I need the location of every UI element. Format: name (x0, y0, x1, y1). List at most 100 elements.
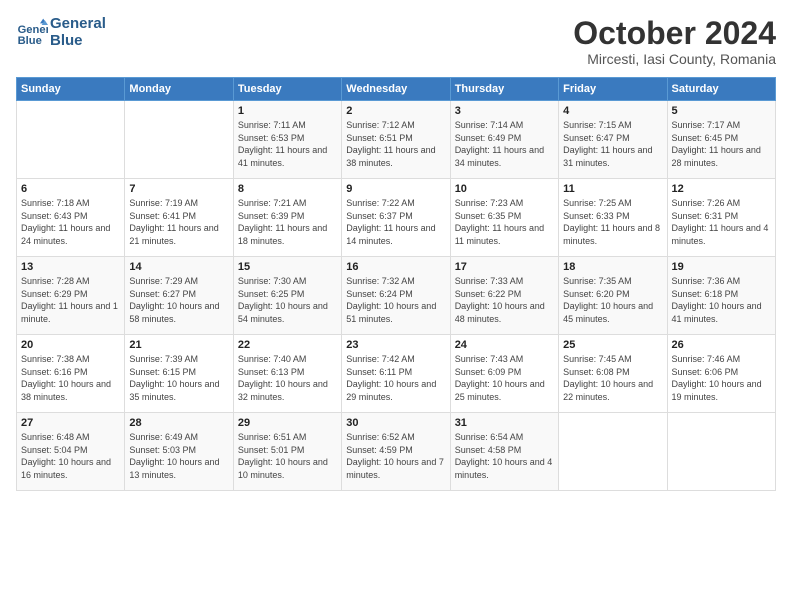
day-cell: 25 Sunrise: 7:45 AM Sunset: 6:08 PM Dayli… (559, 335, 667, 413)
day-cell: 12 Sunrise: 7:26 AM Sunset: 6:31 PM Dayli… (667, 179, 775, 257)
day-info: Sunrise: 7:18 AM Sunset: 6:43 PM Dayligh… (21, 197, 120, 247)
day-info: Sunrise: 7:14 AM Sunset: 6:49 PM Dayligh… (455, 119, 554, 169)
day-number: 16 (346, 261, 445, 273)
header: General Blue General Blue October 2024 M… (16, 16, 776, 67)
day-number: 2 (346, 105, 445, 117)
day-info: Sunrise: 7:43 AM Sunset: 6:09 PM Dayligh… (455, 353, 554, 403)
day-cell: 27Sunrise: 6:48 AM Sunset: 5:04 PM Dayli… (17, 413, 125, 491)
logo-icon: General Blue (16, 17, 48, 49)
day-cell: 21 Sunrise: 7:39 AM Sunset: 6:15 PM Dayli… (125, 335, 233, 413)
day-cell: 29 Sunrise: 6:51 AM Sunset: 5:01 PM Dayli… (233, 413, 341, 491)
day-info: Sunrise: 7:38 AM Sunset: 6:16 PM Dayligh… (21, 353, 120, 403)
day-info: Sunrise: 7:39 AM Sunset: 6:15 PM Dayligh… (129, 353, 228, 403)
day-number: 8 (238, 183, 337, 195)
day-info: Sunrise: 7:22 AM Sunset: 6:37 PM Dayligh… (346, 197, 445, 247)
week-row-2: 6Sunrise: 7:18 AM Sunset: 6:43 PM Daylig… (17, 179, 776, 257)
weekday-header-thursday: Thursday (450, 78, 558, 101)
day-info: Sunrise: 7:45 AM Sunset: 6:08 PM Dayligh… (563, 353, 662, 403)
day-info: Sunrise: 7:42 AM Sunset: 6:11 PM Dayligh… (346, 353, 445, 403)
svg-text:Blue: Blue (18, 35, 42, 47)
day-number: 18 (563, 261, 662, 273)
day-cell: 20Sunrise: 7:38 AM Sunset: 6:16 PM Dayli… (17, 335, 125, 413)
weekday-header-sunday: Sunday (17, 78, 125, 101)
day-info: Sunrise: 7:32 AM Sunset: 6:24 PM Dayligh… (346, 275, 445, 325)
day-info: Sunrise: 7:19 AM Sunset: 6:41 PM Dayligh… (129, 197, 228, 247)
logo-general: General (50, 16, 106, 33)
day-cell: 18 Sunrise: 7:35 AM Sunset: 6:20 PM Dayli… (559, 257, 667, 335)
day-number: 24 (455, 339, 554, 351)
day-cell (125, 101, 233, 179)
week-row-1: 1Sunrise: 7:11 AM Sunset: 6:53 PM Daylig… (17, 101, 776, 179)
day-cell (17, 101, 125, 179)
day-cell: 9 Sunrise: 7:22 AM Sunset: 6:37 PM Daylig… (342, 179, 450, 257)
day-number: 17 (455, 261, 554, 273)
day-cell (559, 413, 667, 491)
day-cell: 10Sunrise: 7:23 AM Sunset: 6:35 PM Dayli… (450, 179, 558, 257)
weekday-header-monday: Monday (125, 78, 233, 101)
day-cell: 28 Sunrise: 6:49 AM Sunset: 5:03 PM Dayli… (125, 413, 233, 491)
day-cell: 16 Sunrise: 7:32 AM Sunset: 6:24 PM Dayli… (342, 257, 450, 335)
day-info: Sunrise: 7:36 AM Sunset: 6:18 PM Dayligh… (672, 275, 771, 325)
day-cell: 14Sunrise: 7:29 AM Sunset: 6:27 PM Dayli… (125, 257, 233, 335)
day-cell: 26Sunrise: 7:46 AM Sunset: 6:06 PM Dayli… (667, 335, 775, 413)
day-info: Sunrise: 6:52 AM Sunset: 4:59 PM Dayligh… (346, 431, 445, 481)
day-cell: 19Sunrise: 7:36 AM Sunset: 6:18 PM Dayli… (667, 257, 775, 335)
month-title: October 2024 (573, 16, 776, 51)
day-number: 13 (21, 261, 120, 273)
svg-text:General: General (18, 24, 48, 36)
day-number: 28 (129, 417, 228, 429)
day-cell: 3 Sunrise: 7:14 AM Sunset: 6:49 PM Daylig… (450, 101, 558, 179)
day-info: Sunrise: 7:33 AM Sunset: 6:22 PM Dayligh… (455, 275, 554, 325)
day-number: 3 (455, 105, 554, 117)
day-number: 12 (672, 183, 771, 195)
day-cell: 13 Sunrise: 7:28 AM Sunset: 6:29 PM Dayli… (17, 257, 125, 335)
day-info: Sunrise: 6:54 AM Sunset: 4:58 PM Dayligh… (455, 431, 554, 481)
day-cell: 5Sunrise: 7:17 AM Sunset: 6:45 PM Daylig… (667, 101, 775, 179)
day-info: Sunrise: 6:51 AM Sunset: 5:01 PM Dayligh… (238, 431, 337, 481)
day-info: Sunrise: 7:23 AM Sunset: 6:35 PM Dayligh… (455, 197, 554, 247)
weekday-header-tuesday: Tuesday (233, 78, 341, 101)
day-number: 25 (563, 339, 662, 351)
day-cell: 17 Sunrise: 7:33 AM Sunset: 6:22 PM Dayli… (450, 257, 558, 335)
week-row-4: 20Sunrise: 7:38 AM Sunset: 6:16 PM Dayli… (17, 335, 776, 413)
day-cell: 4Sunrise: 7:15 AM Sunset: 6:47 PM Daylig… (559, 101, 667, 179)
day-cell: 15Sunrise: 7:30 AM Sunset: 6:25 PM Dayli… (233, 257, 341, 335)
logo-blue: Blue (50, 33, 106, 50)
day-cell: 22 Sunrise: 7:40 AM Sunset: 6:13 PM Dayli… (233, 335, 341, 413)
day-info: Sunrise: 7:40 AM Sunset: 6:13 PM Dayligh… (238, 353, 337, 403)
day-number: 22 (238, 339, 337, 351)
week-row-5: 27Sunrise: 6:48 AM Sunset: 5:04 PM Dayli… (17, 413, 776, 491)
day-info: Sunrise: 6:49 AM Sunset: 5:03 PM Dayligh… (129, 431, 228, 481)
page: General Blue General Blue October 2024 M… (0, 0, 792, 612)
day-number: 23 (346, 339, 445, 351)
day-cell: 31 Sunrise: 6:54 AM Sunset: 4:58 PM Dayli… (450, 413, 558, 491)
day-info: Sunrise: 7:26 AM Sunset: 6:31 PM Dayligh… (672, 197, 771, 247)
day-number: 27 (21, 417, 120, 429)
day-info: Sunrise: 7:12 AM Sunset: 6:51 PM Dayligh… (346, 119, 445, 169)
day-info: Sunrise: 7:29 AM Sunset: 6:27 PM Dayligh… (129, 275, 228, 325)
day-number: 15 (238, 261, 337, 273)
day-cell: 30 Sunrise: 6:52 AM Sunset: 4:59 PM Dayli… (342, 413, 450, 491)
day-info: Sunrise: 7:28 AM Sunset: 6:29 PM Dayligh… (21, 275, 120, 325)
logo: General Blue General Blue (16, 16, 106, 49)
day-info: Sunrise: 7:25 AM Sunset: 6:33 PM Dayligh… (563, 197, 662, 247)
day-cell: 2 Sunrise: 7:12 AM Sunset: 6:51 PM Daylig… (342, 101, 450, 179)
day-info: Sunrise: 7:35 AM Sunset: 6:20 PM Dayligh… (563, 275, 662, 325)
day-info: Sunrise: 7:17 AM Sunset: 6:45 PM Dayligh… (672, 119, 771, 169)
day-info: Sunrise: 7:46 AM Sunset: 6:06 PM Dayligh… (672, 353, 771, 403)
day-number: 31 (455, 417, 554, 429)
day-number: 29 (238, 417, 337, 429)
day-number: 9 (346, 183, 445, 195)
day-number: 21 (129, 339, 228, 351)
day-info: Sunrise: 7:15 AM Sunset: 6:47 PM Dayligh… (563, 119, 662, 169)
day-number: 11 (563, 183, 662, 195)
day-cell (667, 413, 775, 491)
day-number: 30 (346, 417, 445, 429)
weekday-header-saturday: Saturday (667, 78, 775, 101)
day-info: Sunrise: 7:21 AM Sunset: 6:39 PM Dayligh… (238, 197, 337, 247)
day-cell: 24 Sunrise: 7:43 AM Sunset: 6:09 PM Dayli… (450, 335, 558, 413)
day-number: 7 (129, 183, 228, 195)
header-right: October 2024 Mircesti, Iasi County, Roma… (573, 16, 776, 67)
weekday-header-wednesday: Wednesday (342, 78, 450, 101)
day-cell: 8 Sunrise: 7:21 AM Sunset: 6:39 PM Daylig… (233, 179, 341, 257)
